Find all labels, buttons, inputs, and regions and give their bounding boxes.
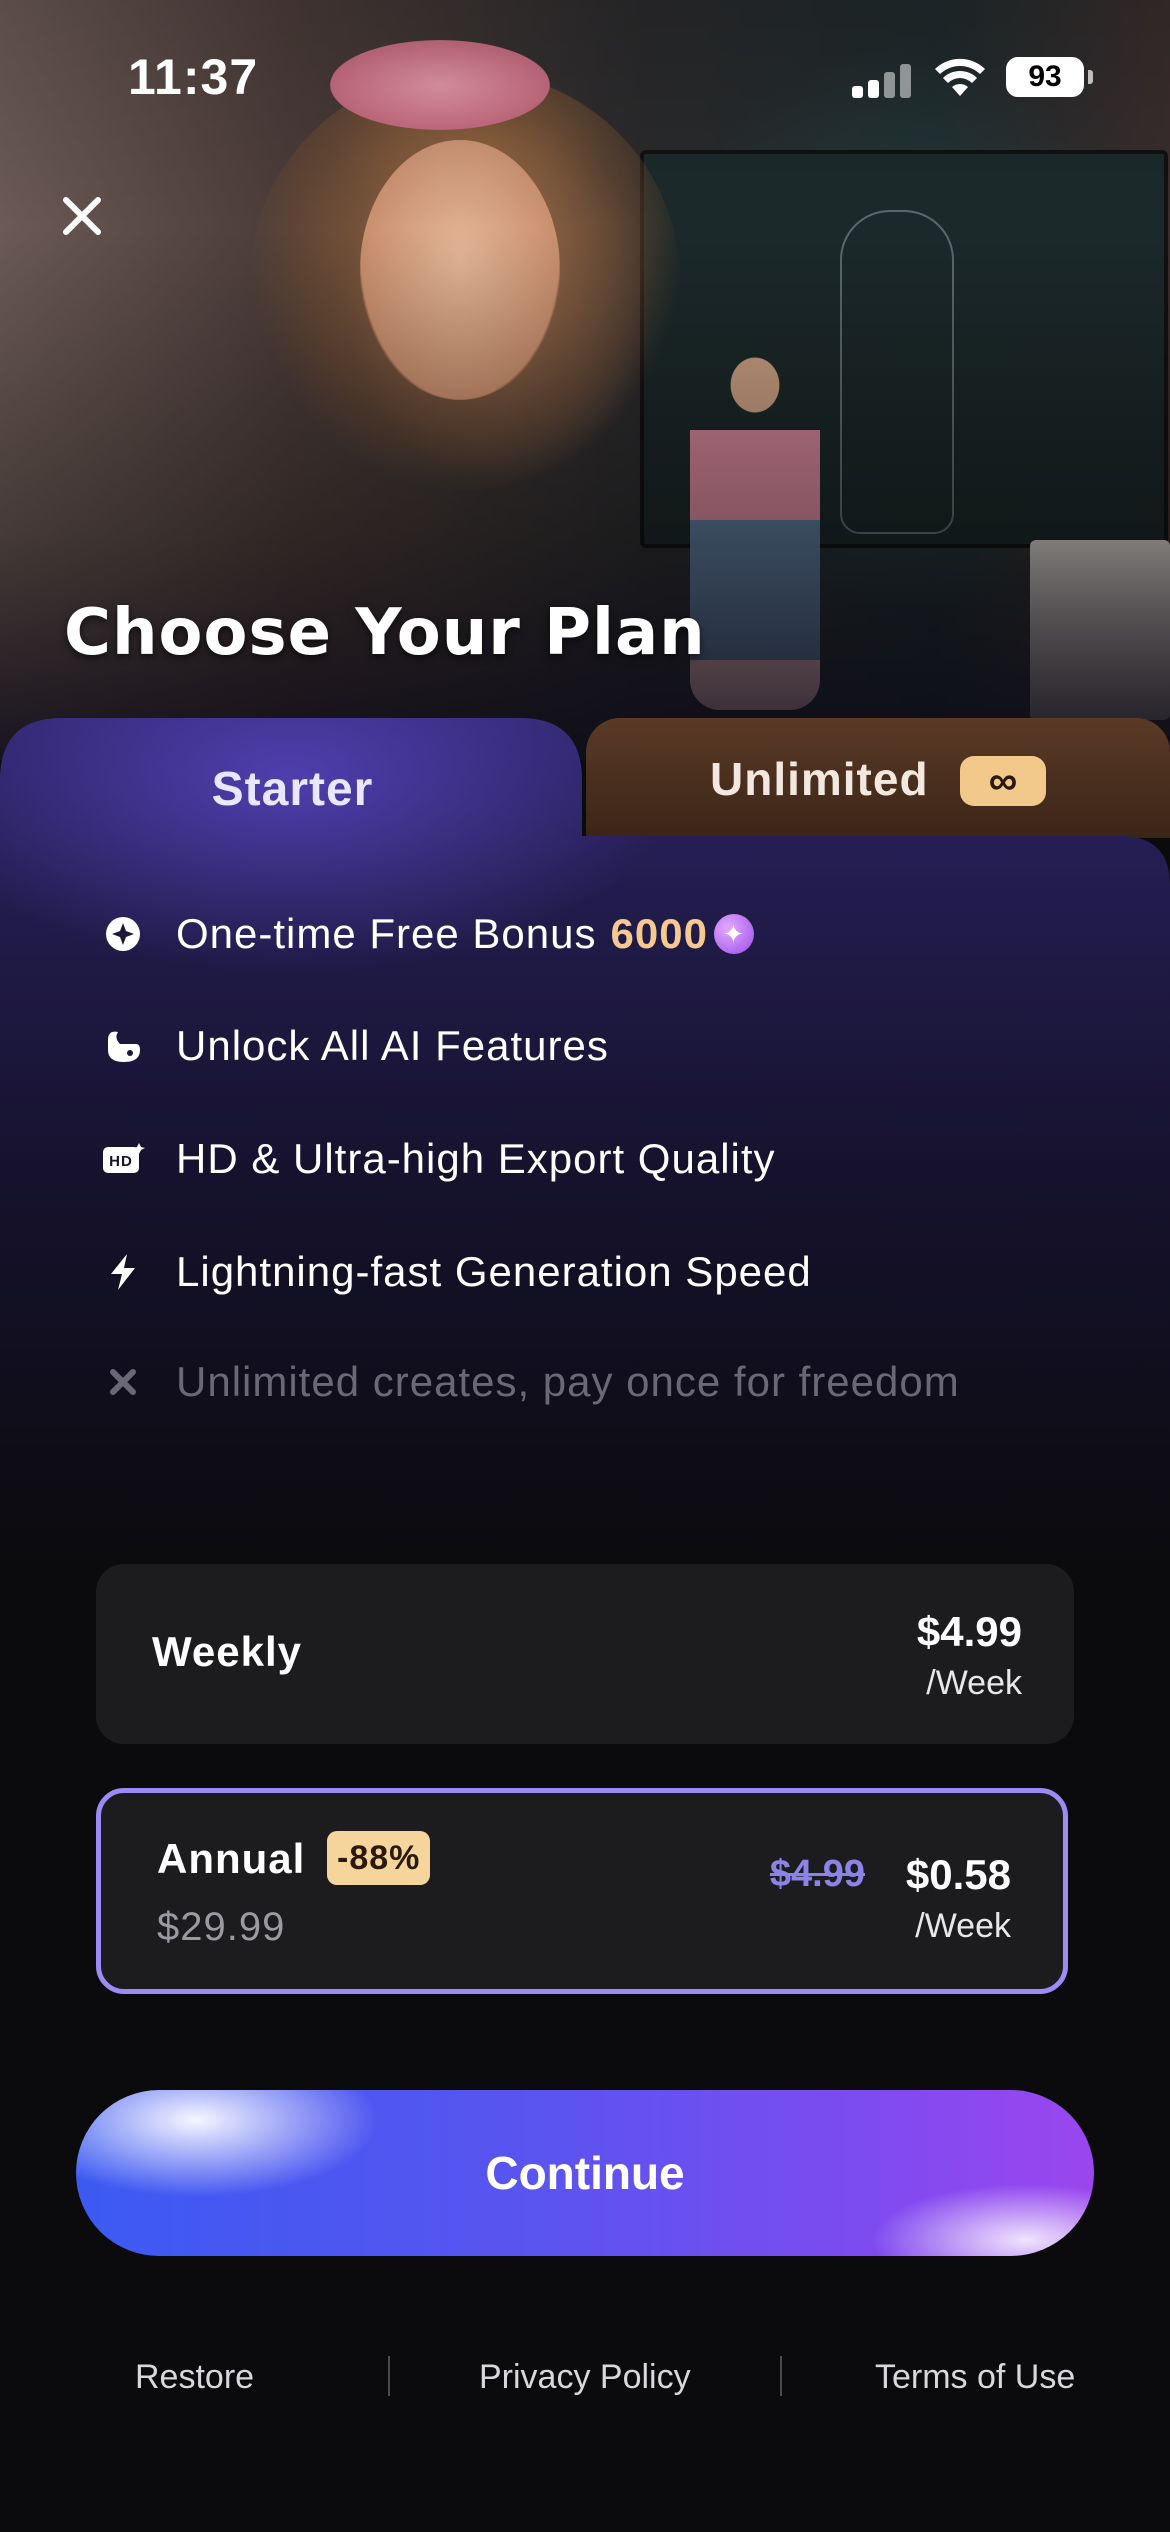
wifi-icon: [935, 58, 985, 96]
footer-divider: [780, 2356, 782, 2396]
cellular-signal-icon: [852, 62, 912, 98]
status-time: 11:37: [128, 49, 259, 105]
terms-of-use-link[interactable]: Terms of Use: [875, 2358, 1075, 2397]
sparkle-coin-icon: [100, 911, 146, 957]
feature-unlock-text: Unlock All AI Features: [176, 1022, 609, 1069]
hd-icon: HD: [100, 1136, 146, 1182]
lightning-icon: [100, 1249, 146, 1295]
unlock-icon: [100, 1023, 146, 1069]
plan-annual[interactable]: Annual -88% $29.99 $4.99 $0.58 /Week: [96, 1788, 1068, 1994]
restore-link[interactable]: Restore: [135, 2358, 254, 2397]
feature-unlimited-text: Unlimited creates, pay once for freedom: [176, 1358, 960, 1405]
infinity-badge: ∞: [960, 756, 1046, 806]
plan-annual-price: $0.58: [905, 1851, 1011, 1898]
feature-bonus: One-time Free Bonus 6000 ✦: [100, 904, 754, 964]
status-bar: 11:37 93: [0, 0, 1170, 150]
plan-annual-original-price: $4.99: [769, 1853, 865, 1895]
tab-starter[interactable]: Starter: [0, 762, 585, 817]
paywall-screen: 11:37 93 Choose Your Plan Unlimited ∞ St…: [0, 0, 1170, 2532]
battery-indicator: 93: [1006, 57, 1084, 97]
svg-text:HD: HD: [109, 1153, 133, 1170]
battery-tip: [1088, 70, 1093, 84]
plan-weekly-unit: /Week: [926, 1664, 1022, 1702]
discount-badge: -88%: [327, 1831, 431, 1885]
tab-unlimited-label[interactable]: Unlimited: [710, 752, 929, 806]
feature-hd-text: HD & Ultra-high Export Quality: [176, 1135, 776, 1182]
feature-unlock: Unlock All AI Features: [100, 1016, 609, 1076]
feature-speed-text: Lightning-fast Generation Speed: [176, 1248, 812, 1295]
feature-hd: HD HD & Ultra-high Export Quality: [100, 1129, 776, 1189]
continue-button[interactable]: Continue: [76, 2090, 1094, 2256]
plan-weekly-name: Weekly: [152, 1628, 302, 1675]
plan-weekly-price: $4.99: [916, 1608, 1022, 1655]
sparkle-icon: ✦: [713, 914, 754, 954]
feature-unlimited: Unlimited creates, pay once for freedom: [100, 1352, 960, 1412]
plan-annual-name: Annual: [157, 1835, 306, 1882]
close-icon: [63, 197, 101, 235]
plan-weekly[interactable]: Weekly $4.99 /Week: [96, 1564, 1074, 1744]
privacy-policy-link[interactable]: Privacy Policy: [479, 2358, 691, 2397]
feature-bonus-text: One-time Free Bonus: [176, 910, 597, 957]
page-title: Choose Your Plan: [64, 596, 706, 670]
feature-speed: Lightning-fast Generation Speed: [100, 1242, 812, 1302]
footer-divider: [388, 2356, 390, 2396]
bonus-amount: 6000: [610, 910, 708, 957]
close-button[interactable]: [52, 186, 112, 246]
x-icon: [100, 1359, 146, 1405]
plan-annual-unit: /Week: [915, 1907, 1011, 1945]
plan-annual-total: $29.99: [157, 1905, 286, 1949]
